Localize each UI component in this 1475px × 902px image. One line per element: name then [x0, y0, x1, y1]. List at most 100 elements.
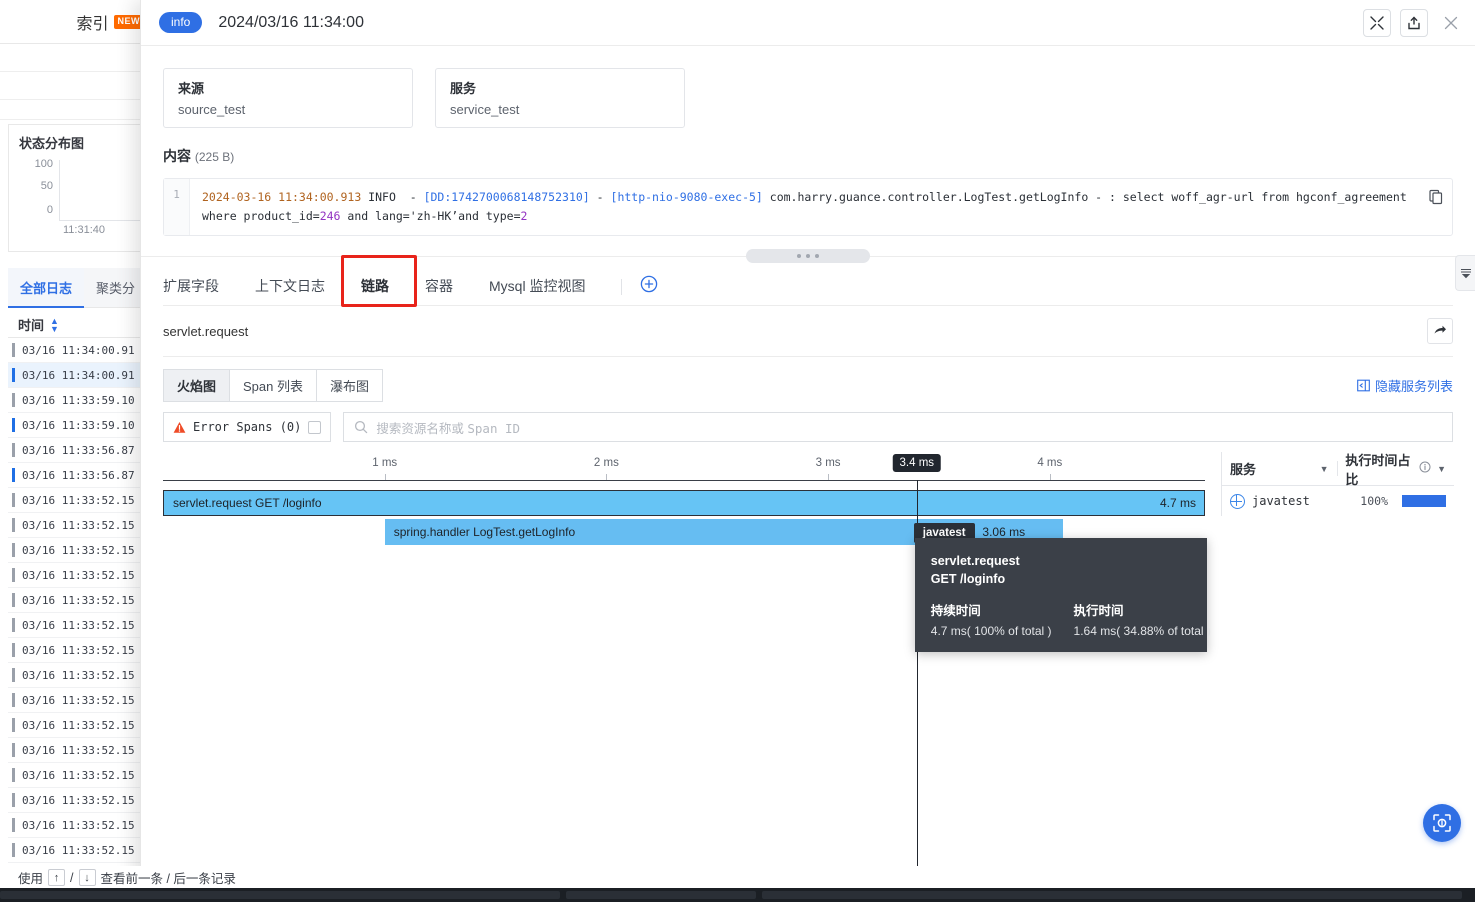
sort-icon[interactable]: ▲ ▼ — [50, 316, 59, 333]
log-row[interactable]: 03/16 11:33:52.15 — [8, 588, 154, 613]
log-row[interactable]: 03/16 11:33:52.15 — [8, 838, 154, 863]
log-row[interactable]: 03/16 11:33:56.87 — [8, 438, 154, 463]
log-mid: - — [589, 190, 611, 204]
content-size: (225 B) — [194, 150, 235, 164]
error-spans-label: Error Spans (0) — [193, 420, 302, 434]
chevron-down-icon[interactable]: ▼ — [1320, 464, 1329, 474]
log-row-list[interactable]: 03/16 11:34:00.91 03/16 11:34:00.91 03/16 … — [8, 338, 154, 888]
log-row[interactable]: 03/16 11:33:52.15 — [8, 613, 154, 638]
service-column-header[interactable]: 服务 ▼ — [1230, 459, 1329, 478]
hide-service-list-button[interactable]: 隐藏服务列表 — [1357, 376, 1453, 395]
tab-context-logs[interactable]: 上下文日志 — [255, 276, 325, 306]
panel-resize-handle[interactable] — [141, 248, 1475, 266]
tooltip-duration-label: 持续时间 — [930, 604, 981, 618]
severity-bar — [12, 743, 15, 757]
log-row-time: 03/16 11:33:52.15 — [22, 768, 135, 782]
log-row[interactable]: 03/16 11:33:52.15 — [8, 538, 154, 563]
service-rows: javatest 100% — [1222, 486, 1454, 516]
copy-icon[interactable] — [1428, 189, 1444, 210]
span-bar-duration: 3.06 ms — [982, 525, 1026, 539]
key-up[interactable]: ↑ — [48, 869, 66, 886]
log-row[interactable]: 03/16 11:33:59.10 — [8, 388, 154, 413]
log-row-time: 03/16 11:33:52.15 — [22, 493, 135, 507]
close-icon[interactable] — [1437, 8, 1465, 37]
log-row[interactable]: 03/16 11:33:52.15 — [8, 488, 154, 513]
log-row[interactable]: 03/16 11:33:52.15 — [8, 763, 154, 788]
app-root: 索引 NEW 状态分布图 100 50 0 11:31:40 全部日志 聚类分 — [0, 0, 1475, 902]
log-row[interactable]: 03/16 11:33:52.15 — [8, 688, 154, 713]
severity-bar — [12, 693, 15, 707]
collapse-panel-icon[interactable] — [1455, 255, 1475, 291]
tab-trace[interactable]: 链路 — [361, 276, 389, 306]
log-row[interactable]: 03/16 11:33:52.15 — [8, 513, 154, 538]
service-row[interactable]: javatest 100% — [1222, 486, 1454, 516]
span-bar-row: servlet.request GET /loginfo 4.7 ms — [163, 490, 1205, 518]
log-trace-id: [DD:1742700068148752310] — [423, 190, 590, 204]
log-row-time: 03/16 11:34:00.91 — [22, 343, 135, 357]
log-row[interactable]: 03/16 11:33:52.15 — [8, 788, 154, 813]
hint-slash: / — [70, 870, 74, 885]
log-row[interactable]: 03/16 11:33:52.15 — [8, 638, 154, 663]
open-trace-icon[interactable] — [1427, 318, 1453, 344]
index-label[interactable]: 索引 — [76, 10, 108, 34]
log-row[interactable]: 03/16 11:33:52.15 — [8, 738, 154, 763]
tab-cluster-analysis[interactable]: 聚类分 — [84, 268, 148, 308]
log-num-type: 2 — [520, 209, 528, 223]
severity-bar — [12, 568, 15, 582]
share-upload-icon[interactable] — [1400, 8, 1428, 37]
severity-bar — [12, 643, 15, 657]
service-list-header: 服务 ▼ 执行时间占比 ▼ — [1222, 452, 1454, 487]
taskbar-seg-3 — [762, 891, 1462, 899]
log-row[interactable]: 03/16 11:33:52.15 — [8, 663, 154, 688]
tab-all-logs[interactable]: 全部日志 — [8, 268, 85, 308]
span-bar-label: servlet.request GET /loginfo — [173, 496, 322, 510]
log-row[interactable]: 03/16 11:33:52.15 — [8, 813, 154, 838]
drag-dot-2 — [806, 254, 810, 258]
severity-bar — [12, 718, 15, 732]
log-level: INFO - — [361, 190, 424, 204]
status-distribution-chart: 状态分布图 100 50 0 11:31:40 — [8, 124, 169, 252]
key-down[interactable]: ↓ — [78, 869, 96, 886]
log-content-text[interactable]: 2024-03-16 11:34:00.913 INFO - [DD:17427… — [190, 179, 1452, 235]
drag-grip[interactable] — [746, 249, 870, 263]
tab-container[interactable]: 容器 — [425, 276, 453, 306]
tab-extended-fields[interactable]: 扩展字段 — [163, 276, 219, 306]
severity-bar — [12, 818, 15, 832]
expand-icon[interactable] — [1363, 8, 1391, 37]
plus-circle-icon[interactable] — [640, 275, 658, 298]
meta-card-service: 服务 service_test — [435, 68, 685, 128]
hint-suffix: 查看前一条 / 后一条记录 — [100, 872, 236, 886]
log-row[interactable]: 03/16 11:34:00.91 — [8, 338, 154, 363]
duration-sort-icon[interactable]: ▼ — [1437, 464, 1446, 474]
tab-separator — [621, 279, 623, 295]
log-row[interactable]: 03/16 11:33:56.87 — [8, 463, 154, 488]
tab-mysql-monitor-view[interactable]: Mysql 监控视图 — [489, 276, 585, 306]
log-row[interactable]: 03/16 11:33:52.15 — [8, 713, 154, 738]
info-icon[interactable] — [1419, 461, 1431, 476]
background-strip-2 — [0, 72, 152, 100]
chart-plot-area: 100 50 0 11:31:40 — [19, 158, 169, 236]
scan-target-icon[interactable] — [1423, 804, 1461, 842]
view-tab-span-list[interactable]: Span 列表 — [229, 369, 317, 402]
chart-title: 状态分布图 — [19, 136, 85, 151]
drag-dot-1 — [797, 254, 801, 258]
error-spans-filter[interactable]: Error Spans (0) — [163, 412, 332, 442]
log-row[interactable]: 03/16 11:33:59.10 — [8, 413, 154, 438]
error-spans-checkbox[interactable] — [308, 420, 322, 434]
view-tab-flamegraph[interactable]: 火焰图 — [163, 369, 231, 402]
meta-card-source: 来源 source_test — [163, 68, 413, 128]
span-bar[interactable]: servlet.request GET /loginfo 4.7 ms — [163, 490, 1205, 516]
log-num-product-id: 246 — [319, 209, 341, 223]
log-row-time: 03/16 11:33:56.87 — [22, 443, 135, 457]
log-row[interactable]: 03/16 11:34:00.91 — [8, 363, 154, 388]
log-row[interactable]: 03/16 11:33:52.15 — [8, 563, 154, 588]
tooltip-span-resource: GET /loginfo — [930, 572, 1006, 586]
service-list-panel: 服务 ▼ 执行时间占比 ▼ javatest 100% — [1221, 452, 1454, 516]
column-header-time[interactable]: 时间 — [18, 315, 44, 334]
view-tab-waterfall[interactable]: 瀑布图 — [316, 369, 384, 402]
background-log-tabs: 全部日志 聚类分 — [8, 268, 154, 308]
span-search-input[interactable]: 搜索资源名称或 Span ID — [343, 412, 1453, 442]
log-row-time: 03/16 11:33:56.87 — [22, 468, 135, 482]
line-number: 1 — [164, 179, 190, 235]
modal-header: info 2024/03/16 11:34:00 — [141, 0, 1475, 46]
